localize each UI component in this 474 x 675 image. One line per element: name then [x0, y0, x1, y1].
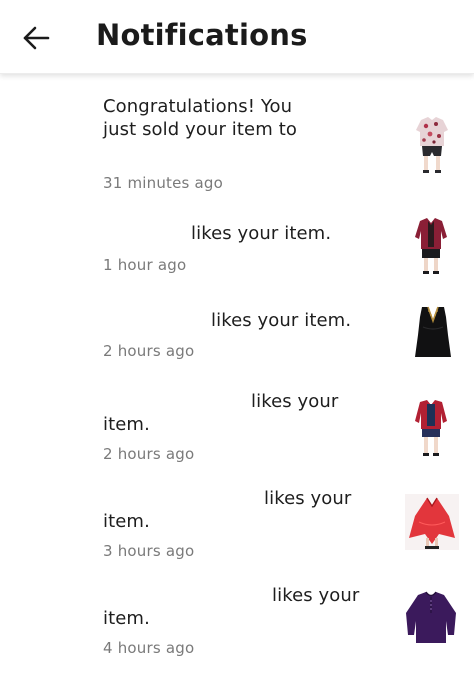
- purple-henley-top-image: [406, 591, 456, 643]
- arrow-left-icon: [23, 26, 50, 50]
- notification-message: likes your: [251, 391, 339, 412]
- notification-item[interactable]: likes your item. 1 hour ago: [0, 209, 474, 289]
- notification-message-continued: item.: [103, 608, 150, 629]
- red-sheer-top-image: [405, 494, 459, 550]
- item-thumbnail[interactable]: [414, 217, 448, 275]
- item-thumbnail[interactable]: [413, 305, 453, 361]
- notification-timestamp: 31 minutes ago: [103, 174, 224, 192]
- notification-item[interactable]: Congratulations! You just sold your item…: [0, 74, 474, 199]
- notification-item[interactable]: likes your item. 3 hours ago: [0, 484, 474, 574]
- notification-message-continued: item.: [103, 511, 150, 532]
- item-thumbnail[interactable]: [414, 116, 450, 174]
- notification-item[interactable]: likes your item. 2 hours ago: [0, 387, 474, 477]
- notification-item[interactable]: likes your item. 2 hours ago: [0, 296, 474, 376]
- notification-message: likes your: [272, 585, 360, 606]
- notification-timestamp: 2 hours ago: [103, 445, 195, 463]
- black-top-image: [415, 306, 451, 357]
- notification-timestamp: 1 hour ago: [103, 256, 187, 274]
- floral-blouse-outfit-image: [416, 117, 448, 173]
- notification-timestamp: 4 hours ago: [103, 639, 195, 657]
- notification-timestamp: 3 hours ago: [103, 542, 195, 560]
- notification-message: likes your item.: [211, 310, 352, 331]
- item-thumbnail[interactable]: [413, 399, 449, 457]
- notification-message: Congratulations! You just sold your item…: [103, 96, 297, 140]
- notification-timestamp: 2 hours ago: [103, 342, 195, 360]
- back-button[interactable]: [18, 20, 54, 56]
- burgundy-jacket-outfit-image: [415, 218, 447, 274]
- item-thumbnail[interactable]: [405, 494, 459, 550]
- red-jacket-outfit-image: [415, 400, 447, 456]
- notification-message: likes your item.: [191, 223, 332, 244]
- notification-message: likes your: [264, 488, 352, 509]
- notification-list: Congratulations! You just sold your item…: [0, 74, 474, 675]
- notification-message-continued: item.: [103, 414, 150, 435]
- page-title: Notifications: [96, 18, 308, 52]
- notification-item[interactable]: likes your item. 4 hours ago: [0, 581, 474, 671]
- item-thumbnail[interactable]: [404, 591, 458, 645]
- top-app-bar: Notifications: [0, 0, 474, 74]
